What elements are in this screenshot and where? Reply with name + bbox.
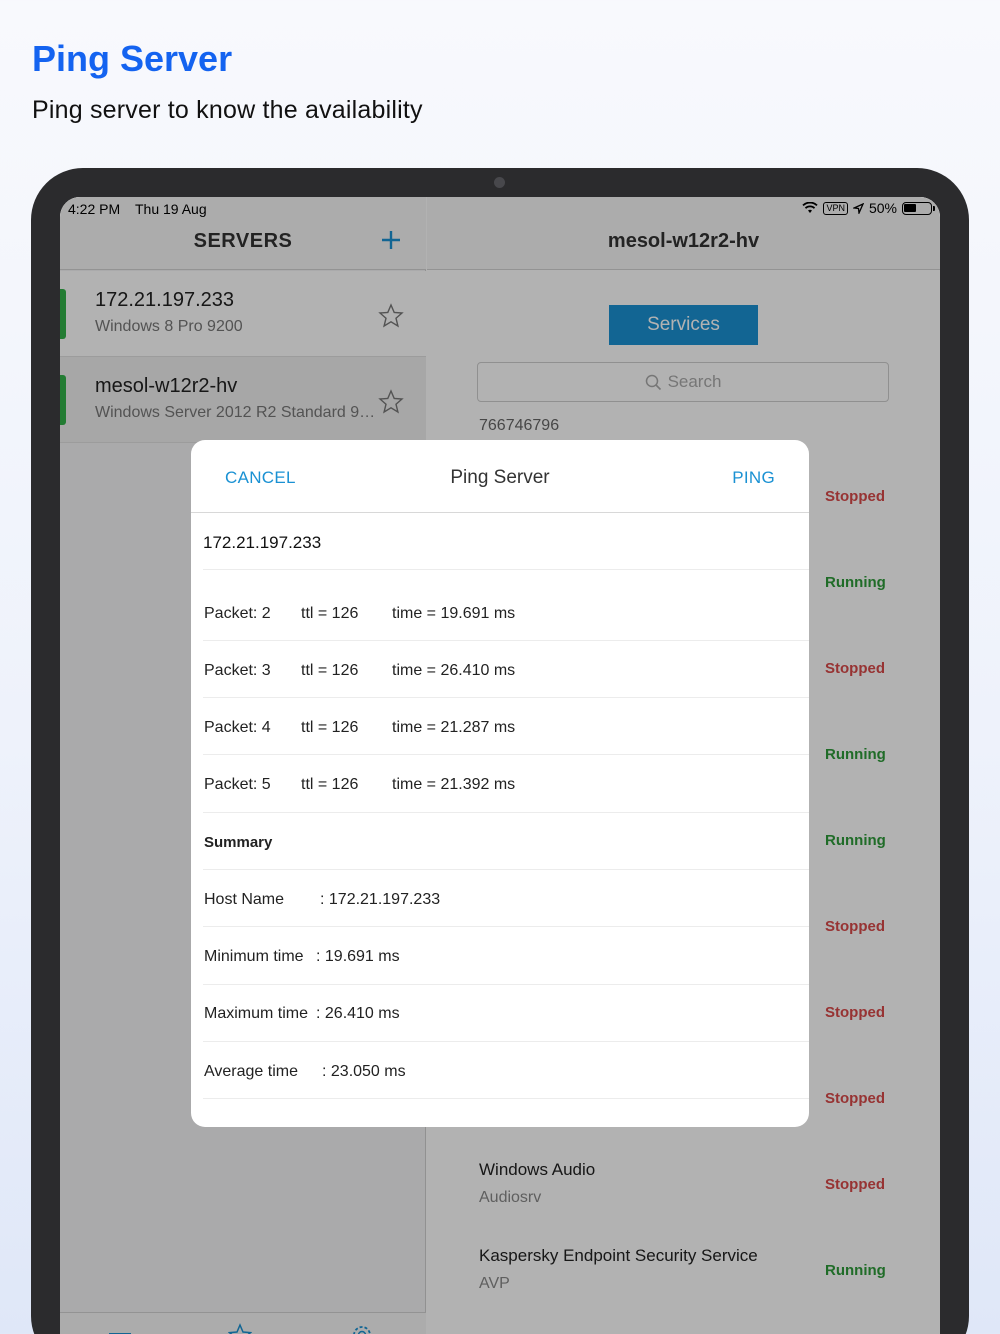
divider — [203, 1041, 809, 1042]
dialog-title: Ping Server — [450, 467, 550, 488]
promo-title: Ping Server — [32, 38, 233, 79]
battery-fill — [904, 203, 916, 212]
packet-ttl: ttl = 126 — [301, 662, 359, 679]
vpn-badge: VPN — [823, 201, 848, 215]
divider — [203, 926, 809, 927]
divider — [203, 640, 809, 641]
summary-label: Average time — [204, 1063, 298, 1080]
packet-time: time = 26.410 ms — [392, 662, 516, 679]
divider — [203, 697, 809, 698]
packet-ttl: ttl = 126 — [301, 719, 359, 736]
packet-ttl: ttl = 126 — [301, 776, 359, 793]
host-input[interactable] — [203, 531, 793, 555]
summary-label: Maximum time — [204, 1005, 309, 1022]
packet-ttl: ttl = 126 — [301, 605, 359, 622]
ping-dialog: CANCEL Ping Server PING Packet: 2 ttl = … — [191, 440, 809, 1127]
divider — [203, 869, 809, 870]
summary-label: Host Name — [204, 891, 285, 908]
summary-label: Minimum time — [204, 948, 304, 965]
divider — [203, 569, 809, 570]
battery-percent: 50% — [868, 200, 897, 216]
dialog-header: CANCEL Ping Server PING — [191, 440, 809, 513]
packet-time: time = 19.691 ms — [392, 605, 516, 622]
divider — [203, 812, 809, 813]
location-icon — [852, 202, 864, 214]
packet-label: Packet: 3 — [204, 662, 271, 679]
divider — [203, 754, 809, 755]
status-bar: 4:22 PM Thu 19 Aug VPN 50% — [60, 197, 940, 221]
ping-button[interactable]: PING — [732, 468, 775, 488]
battery-icon — [902, 201, 935, 215]
packet-time: time = 21.287 ms — [392, 719, 516, 736]
divider — [203, 984, 809, 985]
packet-label: Packet: 5 — [204, 776, 271, 793]
summary-heading: Summary — [204, 834, 273, 851]
promo-subtitle: Ping server to know the availability — [32, 96, 423, 124]
summary-value: : 23.050 ms — [322, 1063, 406, 1080]
summary-value: : 26.410 ms — [316, 1005, 400, 1022]
status-time: 4:22 PM — [68, 201, 121, 217]
summary-value: : 172.21.197.233 — [320, 891, 441, 908]
camera-dot — [494, 177, 505, 188]
status-indicators: VPN 50% — [802, 200, 935, 216]
packet-label: Packet: 4 — [204, 719, 271, 736]
packet-label: Packet: 2 — [204, 605, 271, 622]
status-date: Thu 19 Aug — [135, 201, 207, 217]
packet-time: time = 21.392 ms — [392, 776, 516, 793]
divider — [203, 1098, 809, 1099]
summary-value: : 19.691 ms — [316, 948, 400, 965]
wifi-icon — [802, 202, 819, 213]
